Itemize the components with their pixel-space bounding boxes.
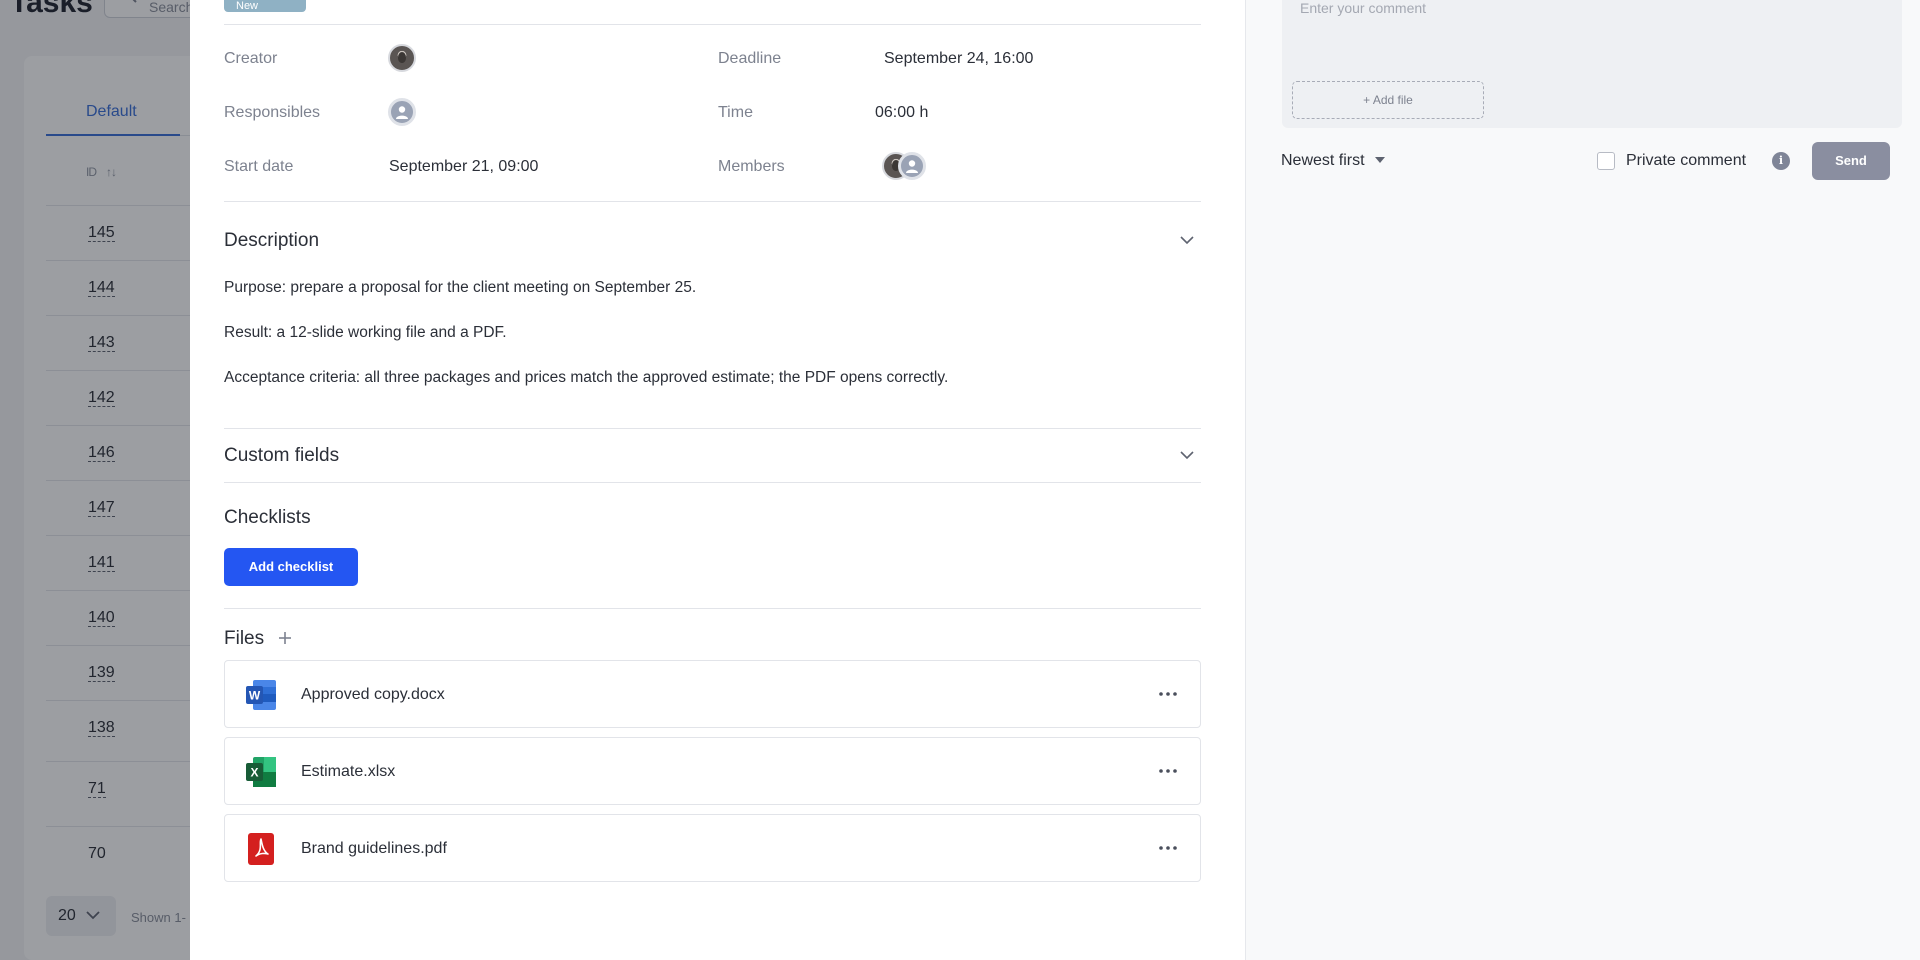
deadline-value[interactable]: September 24, 16:00 bbox=[884, 50, 1033, 68]
file-item[interactable]: Brand guidelines.pdf bbox=[224, 814, 1201, 882]
more-options-icon[interactable] bbox=[1158, 840, 1178, 856]
add-file-plus-icon[interactable] bbox=[276, 629, 294, 647]
creator-label: Creator bbox=[224, 50, 278, 67]
comment-placeholder: Enter your comment bbox=[1300, 0, 1427, 16]
chevron-down-icon[interactable] bbox=[1180, 236, 1194, 245]
comments-panel: Enter your comment + Add file Newest fir… bbox=[1245, 0, 1920, 960]
checklists-title: Checklists bbox=[224, 507, 311, 528]
divider bbox=[224, 482, 1201, 483]
description-text: Purpose: prepare a proposal for the clie… bbox=[224, 279, 697, 296]
add-checklist-button[interactable]: Add checklist bbox=[224, 548, 358, 586]
divider bbox=[224, 428, 1201, 429]
time-label: Time bbox=[718, 104, 753, 121]
private-comment-checkbox[interactable] bbox=[1597, 152, 1615, 170]
divider bbox=[224, 201, 1201, 202]
file-name[interactable]: Approved copy.docx bbox=[301, 686, 445, 704]
more-options-icon[interactable] bbox=[1158, 763, 1178, 779]
word-icon: W bbox=[246, 680, 276, 710]
members-label: Members bbox=[718, 158, 785, 175]
creator-avatar[interactable] bbox=[388, 44, 416, 72]
task-detail-panel: New Creator Responsibles Start date Sept… bbox=[190, 0, 1920, 960]
send-button[interactable]: Send bbox=[1812, 142, 1890, 180]
svg-text:W: W bbox=[249, 689, 261, 703]
deadline-label: Deadline bbox=[718, 50, 782, 67]
time-value[interactable]: 06:00 h bbox=[875, 104, 928, 122]
add-file-button[interactable]: + Add file bbox=[1292, 81, 1484, 119]
info-icon[interactable]: i bbox=[1772, 152, 1790, 170]
member-avatar[interactable] bbox=[898, 152, 926, 180]
file-item[interactable]: W Approved copy.docx bbox=[224, 660, 1201, 728]
files-title: Files bbox=[224, 628, 265, 649]
caret-down-icon bbox=[1375, 157, 1386, 163]
responsible-avatar[interactable] bbox=[388, 98, 416, 126]
status-badge[interactable]: New bbox=[224, 0, 306, 12]
divider bbox=[224, 24, 1201, 25]
file-item[interactable]: X Estimate.xlsx bbox=[224, 737, 1201, 805]
start-date-label: Start date bbox=[224, 158, 294, 175]
description-title[interactable]: Description bbox=[224, 230, 319, 252]
task-main-column: New Creator Responsibles Start date Sept… bbox=[190, 0, 1245, 960]
sort-label: Newest first bbox=[1281, 152, 1365, 169]
comment-input[interactable]: Enter your comment + Add file bbox=[1282, 0, 1902, 128]
excel-icon: X bbox=[246, 757, 276, 787]
user-icon bbox=[396, 106, 408, 119]
svg-text:X: X bbox=[250, 766, 258, 780]
sort-dropdown[interactable]: Newest first bbox=[1281, 152, 1386, 170]
private-comment-label[interactable]: Private comment bbox=[1626, 152, 1746, 170]
description-text: Acceptance criteria: all three packages … bbox=[224, 369, 949, 386]
file-name[interactable]: Brand guidelines.pdf bbox=[301, 840, 447, 858]
description-text: Result: a 12-slide working file and a PD… bbox=[224, 324, 507, 341]
user-icon bbox=[906, 160, 918, 173]
pdf-icon bbox=[248, 833, 274, 865]
custom-fields-title[interactable]: Custom fields bbox=[224, 445, 339, 467]
responsibles-label: Responsibles bbox=[224, 104, 321, 121]
file-name[interactable]: Estimate.xlsx bbox=[301, 763, 395, 781]
start-date-value[interactable]: September 21, 09:00 bbox=[389, 158, 538, 176]
divider bbox=[224, 608, 1201, 609]
more-options-icon[interactable] bbox=[1158, 686, 1178, 702]
chevron-down-icon[interactable] bbox=[1180, 451, 1194, 460]
